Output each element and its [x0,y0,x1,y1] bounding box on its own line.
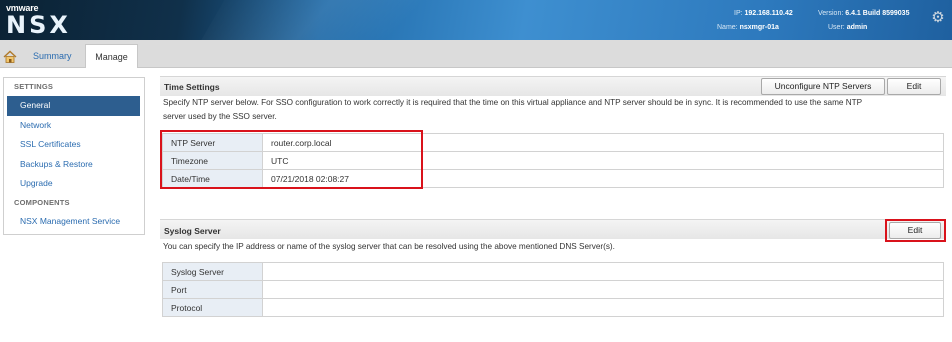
name-label: Name: [717,24,738,31]
sidebar-item-upgrade[interactable]: Upgrade [4,174,144,194]
tab-bar [0,40,952,68]
protocol-label: Protocol [162,298,263,317]
time-settings-description-line2: server used by the SSO server. [163,112,277,121]
syslog-description: You can specify the IP address or name o… [163,242,615,251]
syslog-server-value [262,262,944,281]
syslog-title: Syslog Server [164,226,221,236]
time-settings-highlight-box [160,130,423,189]
unconfigure-ntp-button[interactable]: Unconfigure NTP Servers [761,78,885,95]
table-row: Port [162,280,944,299]
ip-value: 192.168.110.42 [744,10,793,17]
version-label: Version: [818,10,844,17]
home-icon[interactable] [0,45,20,67]
syslog-table: Syslog Server Port Protocol [162,262,944,317]
sidebar-item-nsx-management-service[interactable]: NSX Management Service [4,212,144,232]
vmware-nsx-logo: vmware NSX [6,3,68,39]
version-info: Version: 6.4.1 Build 8599035 [818,10,909,17]
user-value: admin [846,24,868,31]
user-label: User: [828,24,845,31]
sidebar-item-backups-restore[interactable]: Backups & Restore [4,155,144,175]
tab-manage[interactable]: Manage [85,44,138,68]
gear-icon[interactable]: ⚙ [930,10,946,26]
syslog-edit-highlight-box [885,219,946,242]
tab-summary[interactable]: Summary [24,44,81,68]
sidebar-item-general[interactable]: General [7,96,140,116]
name-value: nsxmgr-01a [739,24,779,31]
table-row: Protocol [162,298,944,317]
port-label: Port [162,280,263,299]
time-settings-description-line1: Specify NTP server below. For SSO config… [163,98,863,107]
protocol-value [262,298,944,317]
sidebar-item-network[interactable]: Network [4,116,144,136]
sidebar-heading-components: COMPONENTS [14,197,70,207]
ip-label: IP: [734,10,743,17]
settings-sidebar: SETTINGS General Network SSL Certificate… [3,77,145,235]
sidebar-item-ssl-certificates[interactable]: SSL Certificates [4,135,144,155]
ip-info: IP: 192.168.110.42 [734,10,793,17]
syslog-server-label: Syslog Server [162,262,263,281]
sidebar-heading-settings: SETTINGS [14,82,54,91]
user-info: User: admin [828,24,867,31]
name-info: Name: nsxmgr-01a [717,24,779,31]
time-settings-title: Time Settings [164,82,220,92]
app-header: vmware NSX IP: 192.168.110.42 Version: 6… [0,0,952,40]
table-row: Syslog Server [162,262,944,281]
syslog-header: Syslog Server [160,219,946,239]
time-settings-description: Specify NTP server below. For SSO config… [163,96,943,124]
version-value: 6.4.1 Build 8599035 [845,10,910,17]
port-value [262,280,944,299]
brand-large: NSX [6,11,71,39]
time-settings-edit-button[interactable]: Edit [887,78,941,95]
header-decoration [172,0,508,40]
